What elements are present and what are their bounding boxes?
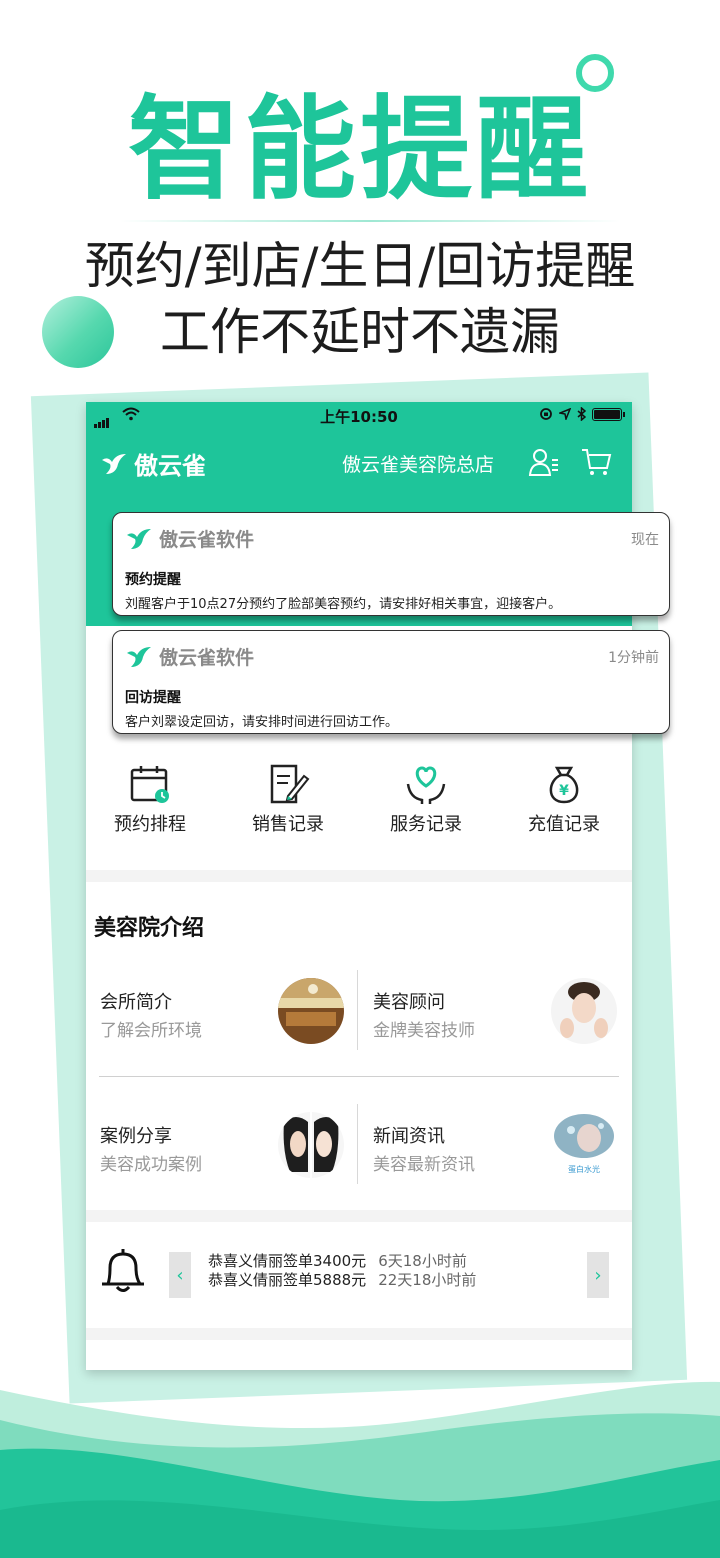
quick-actions: 预约排程 销售记录 服务记录 ¥ 充值记录 bbox=[86, 758, 632, 868]
notification-app: 傲云雀软件 bbox=[125, 643, 254, 670]
news-ticker: ‹ 恭喜义倩丽签单3400元 6天18小时前 恭喜义倩丽签单5888元 22天18小… bbox=[86, 1222, 632, 1328]
intro-card-advisor[interactable]: 美容顾问 金牌美容技师 bbox=[373, 978, 623, 1058]
ticker-list: 恭喜义倩丽签单3400元 6天18小时前 恭喜义倩丽签单5888元 22天18小时前 bbox=[208, 1252, 476, 1290]
location-icon bbox=[559, 408, 571, 420]
decorative-line bbox=[120, 220, 620, 222]
battery-icon bbox=[592, 407, 625, 421]
notification-app-name: 傲云雀软件 bbox=[159, 529, 255, 551]
section-divider bbox=[86, 1210, 632, 1222]
bell-icon bbox=[102, 1249, 144, 1292]
bluetooth-icon bbox=[577, 407, 586, 421]
quick-action-label: 充值记录 bbox=[528, 814, 600, 835]
svg-text:¥: ¥ bbox=[559, 783, 569, 799]
ticker-item[interactable]: 恭喜义倩丽签单5888元 22天18小时前 bbox=[208, 1271, 476, 1290]
brand-logo: 傲云雀 bbox=[100, 446, 206, 481]
money-bag-icon: ¥ bbox=[549, 766, 579, 804]
notification-time: 1分钟前 bbox=[608, 650, 659, 666]
calendar-icon bbox=[130, 766, 169, 803]
notification-time: 现在 bbox=[631, 532, 659, 548]
section-divider bbox=[86, 1328, 632, 1340]
intro-section-title: 美容院介绍 bbox=[94, 916, 205, 941]
card-title: 美容顾问 bbox=[373, 992, 445, 1013]
quick-action-label: 销售记录 bbox=[252, 814, 324, 835]
ticker-time: 6天18小时前 bbox=[378, 1252, 467, 1270]
promo-subtitle-2: 工作不延时不遗漏 bbox=[160, 303, 560, 361]
card-title: 案例分享 bbox=[100, 1126, 172, 1147]
intro-card-news[interactable]: 新闻资讯 美容最新资讯 蛋白水光 bbox=[373, 1112, 623, 1192]
brand-name: 傲云雀 bbox=[134, 452, 206, 480]
quick-action-label: 服务记录 bbox=[390, 814, 462, 835]
vertical-divider bbox=[357, 1104, 358, 1184]
ticker-time: 22天18小时前 bbox=[378, 1271, 477, 1289]
chevron-right-icon: › bbox=[594, 1264, 602, 1286]
quick-action-recharge[interactable]: ¥ 充值记录 bbox=[504, 764, 624, 836]
notification-title: 回访提醒 bbox=[125, 690, 181, 706]
card-title: 新闻资讯 bbox=[373, 1126, 445, 1147]
intro-card-club[interactable]: 会所简介 了解会所环境 bbox=[100, 978, 350, 1058]
chevron-left-icon: ‹ bbox=[176, 1264, 184, 1286]
vertical-divider bbox=[357, 970, 358, 1050]
heart-hands-icon bbox=[406, 766, 446, 804]
quick-action-label: 预约排程 bbox=[114, 814, 186, 835]
store-name[interactable]: 傲云雀美容院总店 bbox=[342, 450, 494, 477]
news-thumb-caption: 蛋白水光 bbox=[568, 1164, 600, 1174]
promo-subtitle-1: 预约/到店/生日/回访提醒 bbox=[84, 237, 636, 295]
top-navbar: 傲云雀 傲云雀美容院总店 bbox=[86, 438, 632, 486]
ticker-text: 恭喜义倩丽签单3400元 bbox=[208, 1252, 367, 1270]
quick-action-sales[interactable]: 销售记录 bbox=[228, 764, 348, 836]
card-subtitle: 了解会所环境 bbox=[100, 1021, 202, 1041]
quick-action-service[interactable]: 服务记录 bbox=[366, 764, 486, 836]
case-photo bbox=[278, 1112, 344, 1178]
notification-appointment[interactable]: 傲云雀软件 现在 预约提醒 刘醒客户于10点27分预约了脸部美容预约，请安排好相… bbox=[112, 512, 670, 616]
card-subtitle: 金牌美容技师 bbox=[373, 1021, 475, 1041]
edit-document-icon bbox=[270, 764, 310, 804]
ticker-next-button[interactable]: › bbox=[587, 1252, 609, 1298]
quick-action-appointment[interactable]: 预约排程 bbox=[90, 764, 210, 836]
notification-title: 预约提醒 bbox=[125, 572, 181, 588]
club-photo bbox=[278, 978, 344, 1044]
bird-logo-icon bbox=[127, 528, 151, 549]
bird-logo-icon bbox=[127, 646, 151, 667]
intro-card-cases[interactable]: 案例分享 美容成功案例 bbox=[100, 1112, 350, 1192]
notification-revisit[interactable]: 傲云雀软件 1分钟前 回访提醒 客户刘翠设定回访，请安排时间进行回访工作。 bbox=[112, 630, 670, 734]
notification-body: 客户刘翠设定回访，请安排时间进行回访工作。 bbox=[125, 715, 399, 730]
news-photo: 蛋白水光 bbox=[551, 1112, 617, 1178]
notification-app: 傲云雀软件 bbox=[125, 525, 254, 552]
shopping-cart-icon[interactable] bbox=[580, 446, 612, 478]
advisor-photo bbox=[551, 978, 617, 1044]
promo-headline: 智能提醒 bbox=[128, 85, 592, 215]
bird-logo-icon bbox=[102, 453, 126, 474]
notification-app-name: 傲云雀软件 bbox=[159, 647, 255, 669]
ticker-prev-button[interactable]: ‹ bbox=[169, 1252, 191, 1298]
notification-body: 刘醒客户于10点27分预约了脸部美容预约，请安排好相关事宜，迎接客户。 bbox=[125, 597, 562, 612]
card-title: 会所简介 bbox=[100, 992, 172, 1013]
section-divider bbox=[86, 870, 632, 882]
status-bar: 上午10:50 bbox=[86, 402, 632, 428]
user-profile-icon[interactable] bbox=[528, 446, 560, 478]
card-subtitle: 美容最新资讯 bbox=[373, 1155, 475, 1175]
card-subtitle: 美容成功案例 bbox=[100, 1155, 202, 1175]
horizontal-divider bbox=[99, 1076, 619, 1077]
ticker-text: 恭喜义倩丽签单5888元 bbox=[208, 1271, 367, 1289]
decorative-waves bbox=[0, 1381, 720, 1558]
rotation-lock-icon bbox=[540, 408, 552, 420]
ticker-item[interactable]: 恭喜义倩丽签单3400元 6天18小时前 bbox=[208, 1252, 476, 1271]
